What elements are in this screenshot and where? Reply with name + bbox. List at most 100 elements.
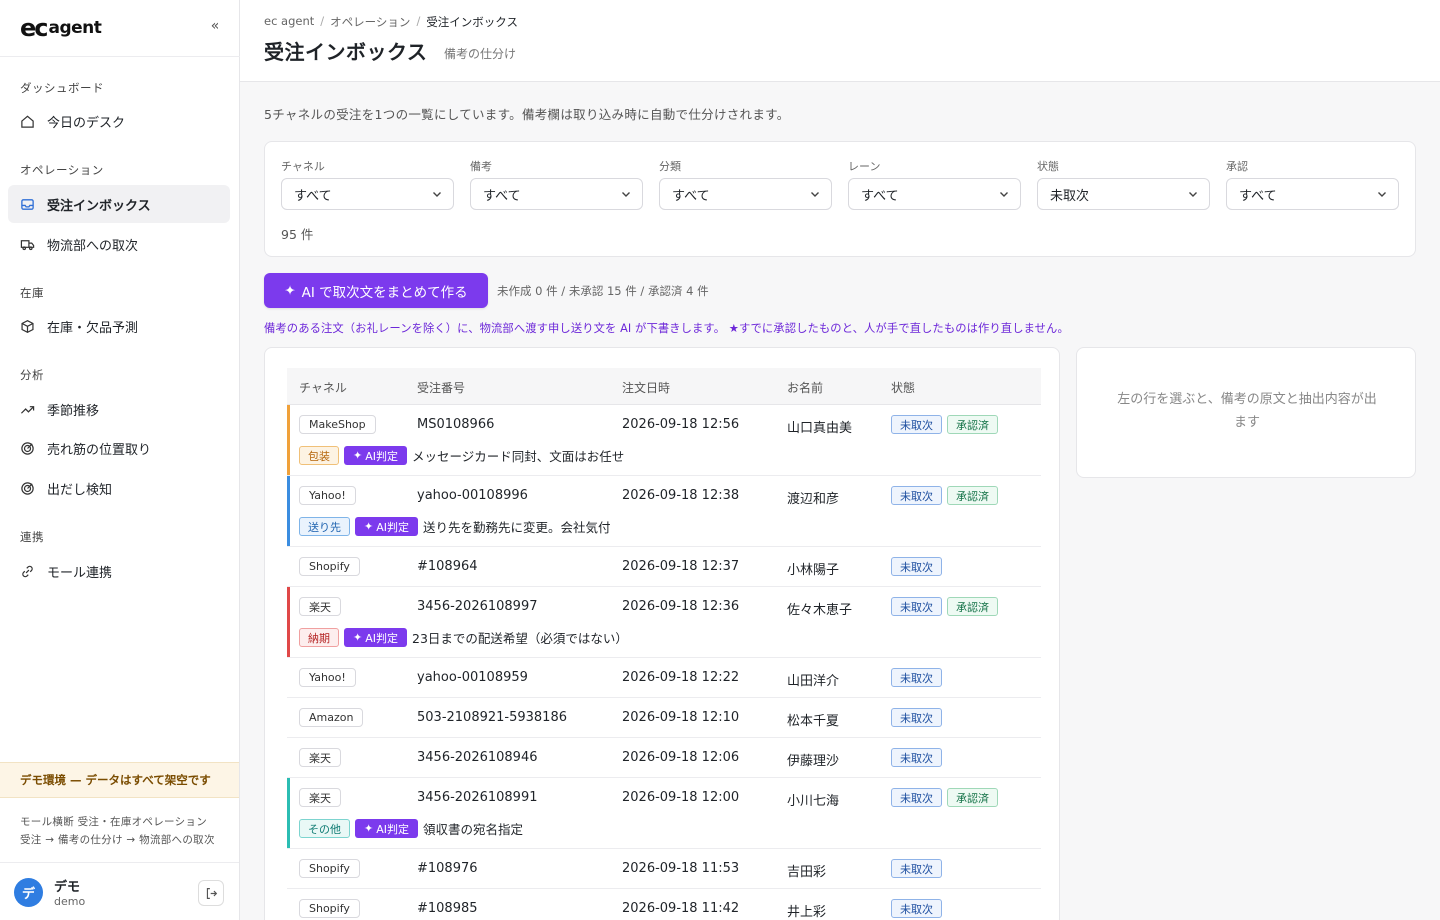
order-datetime: 2026-09-18 11:42 — [622, 901, 740, 916]
note-text: メッセージカード同封、文面はお任せ — [412, 449, 625, 464]
approval-badge: 承認済 — [947, 788, 998, 807]
table-row[interactable]: 楽天 3456-2026108997 2026-09-18 12:36 佐々木恵子 未取… — [287, 587, 1041, 658]
breadcrumb-home[interactable]: ec agent — [264, 14, 314, 30]
app-flow-description: 受注 → 備考の仕分け → 物流部への取次 — [20, 834, 215, 846]
status-badge: 未取次 — [891, 415, 942, 434]
channel-select[interactable]: すべて — [281, 178, 454, 210]
order-number: yahoo-00108959 — [417, 670, 528, 685]
customer-name: 山口真由美 — [787, 421, 853, 436]
status-select[interactable]: 未取次 — [1037, 178, 1210, 210]
status-badge: 未取次 — [891, 859, 942, 878]
channel-chip: Amazon — [299, 708, 364, 727]
nav-group-operations: オペレーション — [20, 163, 104, 177]
sidebar-item-today-desk[interactable]: 今日のデスク — [8, 102, 230, 140]
table-row[interactable]: Shopify #108985 2026-09-18 11:42 井上彩 未取次 — [287, 889, 1041, 920]
link-icon — [22, 565, 33, 577]
chevron-down-icon — [1189, 192, 1197, 197]
ai-judgement-label: AI判定 — [376, 520, 409, 534]
sidebar-item-label: 受注インボックス — [47, 198, 151, 214]
avatar[interactable]: デ — [14, 878, 43, 907]
approval-select[interactable]: すべて — [1226, 178, 1399, 210]
nav-group-integration: 連携 — [20, 530, 44, 544]
sidebar-item-logistics-handoff[interactable]: 物流部への取次 — [8, 225, 230, 263]
table-row[interactable]: 楽天 3456-2026108991 2026-09-18 12:00 小川七海 未取次… — [287, 778, 1041, 849]
order-datetime: 2026-09-18 12:00 — [622, 790, 740, 805]
ai-judgement-label: AI判定 — [365, 631, 398, 645]
ai-judgement-tag: ✦ AI判定 — [355, 819, 418, 838]
order-datetime: 2026-09-18 12:38 — [622, 488, 740, 503]
ai-note: 備考のある注文（お礼レーンを除く）に、物流部へ渡す申し送り文を AI が下書きし… — [264, 322, 1069, 335]
sidebar-item-early-detection[interactable]: 出だし検知 — [8, 469, 230, 507]
sidebar-item-order-inbox[interactable]: 受注インボックス — [8, 185, 230, 223]
orders-table: チャネル 受注番号 注文日時 お名前 状態 MakeShop MS0108966 2… — [264, 347, 1060, 920]
ai-judgement-tag: ✦ AI判定 — [344, 628, 407, 647]
user-row: デ デモ demo — [0, 862, 239, 920]
column-header-datetime[interactable]: 注文日時 — [622, 379, 670, 396]
breadcrumb-separator: / — [320, 14, 325, 28]
table-row[interactable]: Yahoo! yahoo-00108959 2026-09-18 12:22 山田洋介… — [287, 658, 1041, 698]
note-line: 送り先 ✦ AI判定 送り先を勤務先に変更。会社気付 — [299, 517, 611, 536]
column-header-status[interactable]: 状態 — [891, 379, 915, 396]
sparkle-icon: ✦ — [353, 449, 363, 462]
filter-status: 状態 未取次 — [1037, 158, 1210, 210]
select-value: 未取次 — [1050, 188, 1090, 204]
note-line: 包装 ✦ AI判定 メッセージカード同封、文面はお任せ — [299, 446, 624, 465]
status-cell: 未取次 — [891, 899, 942, 918]
status-badge: 未取次 — [891, 557, 942, 576]
table-row[interactable]: Shopify #108964 2026-09-18 12:37 小林陽子 未取次 — [287, 547, 1041, 587]
detail-placeholder: 左の行を選ぶと、備考の原文と抽出内容が出ます — [1117, 392, 1377, 430]
target-icon — [21, 441, 34, 455]
column-header-name[interactable]: お名前 — [787, 379, 823, 396]
sidebar-item-bestseller-position[interactable]: 売れ筋の位置取り — [8, 429, 230, 467]
table-row[interactable]: MakeShop MS0108966 2026-09-18 12:56 山口真由美 未取… — [287, 405, 1041, 476]
page-subtitle: 備考の仕分け — [444, 47, 517, 61]
status-cell: 未取次 — [891, 708, 942, 727]
box-icon — [21, 319, 34, 333]
ai-draft-button[interactable]: ✦ AI で取次文をまとめて作る — [264, 273, 488, 308]
ai-judgement-tag: ✦ AI判定 — [344, 446, 407, 465]
category-select[interactable]: すべて — [659, 178, 832, 210]
user-id: demo — [54, 895, 86, 908]
status-badge: 未取次 — [891, 486, 942, 505]
table-row[interactable]: Amazon 503-2108921-5938186 2026-09-18 12:1… — [287, 698, 1041, 738]
table-row[interactable]: Shopify #108976 2026-09-18 11:53 吉田彩 未取次 — [287, 849, 1041, 889]
home-icon — [21, 115, 34, 128]
note-select[interactable]: すべて — [470, 178, 643, 210]
logo[interactable]: ec agent — [20, 16, 102, 40]
sparkle-icon: ✦ — [364, 822, 374, 835]
ai-judgement-label: AI判定 — [365, 449, 398, 463]
ai-status-counts: 未作成 0 件 / 未承認 15 件 / 承認済 4 件 — [497, 284, 709, 298]
order-number: #108985 — [417, 901, 478, 916]
order-number: 3456-2026108946 — [417, 750, 538, 765]
ai-judgement-label: AI判定 — [376, 822, 409, 836]
lane-select[interactable]: すべて — [848, 178, 1021, 210]
sidebar-item-stock-forecast[interactable]: 在庫・欠品予測 — [8, 307, 230, 345]
logout-button[interactable] — [198, 880, 224, 906]
status-cell: 未取次 — [891, 668, 942, 687]
customer-name: 松本千夏 — [787, 714, 840, 729]
note-line: その他 ✦ AI判定 領収書の宛名指定 — [299, 819, 523, 838]
status-badge: 未取次 — [891, 899, 942, 918]
order-datetime: 2026-09-18 12:37 — [622, 559, 740, 574]
approval-badge: 承認済 — [947, 486, 998, 505]
sidebar-item-label: 売れ筋の位置取り — [47, 442, 152, 458]
customer-name: 伊藤理沙 — [787, 754, 840, 769]
approval-badge: 承認済 — [947, 415, 998, 434]
column-header-order-no[interactable]: 受注番号 — [417, 379, 465, 396]
table-row[interactable]: 楽天 3456-2026108946 2026-09-18 12:06 伊藤理沙 未取次 — [287, 738, 1041, 778]
sidebar-item-label: 季節推移 — [47, 403, 100, 419]
channel-chip: 楽天 — [299, 788, 341, 807]
sidebar-item-mall-integration[interactable]: モール連携 — [8, 552, 230, 590]
filter-approval: 承認 すべて — [1226, 158, 1399, 210]
status-cell: 未取次 承認済 — [891, 788, 998, 807]
status-badge: 未取次 — [891, 668, 942, 687]
column-header-channel[interactable]: チャネル — [299, 379, 347, 396]
sparkle-icon: ✦ — [353, 631, 363, 644]
breadcrumb-operations[interactable]: オペレーション — [330, 14, 410, 30]
order-datetime: 2026-09-18 12:22 — [622, 670, 740, 685]
collapse-sidebar-icon[interactable]: « — [205, 18, 225, 34]
table-row[interactable]: Yahoo! yahoo-00108996 2026-09-18 12:38 渡辺和彦… — [287, 476, 1041, 547]
sidebar-item-seasonal-trend[interactable]: 季節推移 — [8, 390, 230, 428]
sidebar-item-label: 出だし検知 — [47, 482, 113, 498]
customer-name: 佐々木恵子 — [787, 603, 853, 618]
